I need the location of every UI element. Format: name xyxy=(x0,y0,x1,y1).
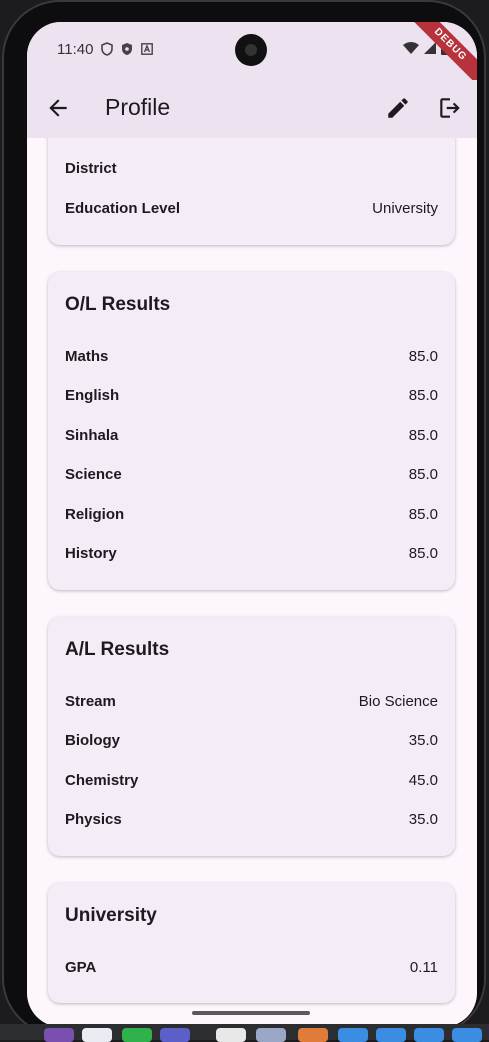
al-results-card: A/L Results Stream Bio Science Biology 3… xyxy=(48,617,455,856)
row-value: 0.11 xyxy=(410,959,438,976)
result-row: Sinhala 85.0 xyxy=(65,425,438,445)
wifi-icon xyxy=(403,42,419,55)
result-row: Physics 35.0 xyxy=(65,809,438,829)
row-label: English xyxy=(65,387,119,404)
front-camera xyxy=(235,34,267,66)
info-row: Education Level University xyxy=(65,198,438,218)
row-label: Maths xyxy=(65,348,108,365)
result-row: Biology 35.0 xyxy=(65,730,438,750)
row-label: Sinhala xyxy=(65,427,118,444)
row-label: Religion xyxy=(65,506,124,523)
row-label: Chemistry xyxy=(65,772,138,789)
row-label: Biology xyxy=(65,732,120,749)
page-title: Profile xyxy=(105,94,170,121)
status-bar: 11:40 DEBUG xyxy=(27,22,477,80)
app-bar: Profile xyxy=(27,80,477,138)
info-row: District xyxy=(65,158,438,178)
university-card: University GPA 0.11 xyxy=(48,883,455,1003)
home-indicator[interactable] xyxy=(192,1011,310,1015)
result-row: Maths 85.0 xyxy=(65,346,438,366)
result-row: Stream Bio Science xyxy=(65,691,438,711)
card-title: University xyxy=(65,905,157,927)
card-title: A/L Results xyxy=(65,639,169,661)
status-time: 11:40 xyxy=(57,41,93,58)
row-label: District xyxy=(65,160,117,177)
screen: 11:40 DEBUG Profile Di xyxy=(27,22,477,1027)
result-row: Religion 85.0 xyxy=(65,504,438,524)
row-value: 85.0 xyxy=(409,506,438,523)
row-value: 85.0 xyxy=(409,427,438,444)
desktop-taskbar xyxy=(0,1024,489,1040)
row-label: Science xyxy=(65,466,122,483)
result-row: Chemistry 45.0 xyxy=(65,770,438,790)
row-label: Stream xyxy=(65,693,116,710)
shield-icon xyxy=(101,42,113,56)
row-value: Bio Science xyxy=(359,693,438,710)
row-label: GPA xyxy=(65,959,96,976)
card-title: O/L Results xyxy=(65,294,170,316)
row-label: Education Level xyxy=(65,200,180,217)
logout-icon[interactable] xyxy=(437,95,463,121)
result-row: History 85.0 xyxy=(65,543,438,563)
profile-content[interactable]: District Education Level University O/L … xyxy=(27,138,477,1027)
row-value: 45.0 xyxy=(409,772,438,789)
row-value: 85.0 xyxy=(409,387,438,404)
pencil-icon[interactable] xyxy=(385,95,411,121)
ol-results-card: O/L Results Maths 85.0 English 85.0 Sinh… xyxy=(48,272,455,590)
row-label: Physics xyxy=(65,811,122,828)
row-value: 85.0 xyxy=(409,545,438,562)
shield-filled-icon xyxy=(121,42,133,56)
row-value: 85.0 xyxy=(409,466,438,483)
row-value: 35.0 xyxy=(409,732,438,749)
result-row: Science 85.0 xyxy=(65,464,438,484)
row-value: University xyxy=(372,200,438,217)
personal-details-card: District Education Level University xyxy=(48,138,455,245)
result-row: English 85.0 xyxy=(65,385,438,405)
row-value: 85.0 xyxy=(409,348,438,365)
status-left-icons xyxy=(101,42,153,56)
arrow-left-icon[interactable] xyxy=(45,95,71,121)
row-label: History xyxy=(65,545,117,562)
phone-frame: 11:40 DEBUG Profile Di xyxy=(2,0,486,1036)
result-row: GPA 0.11 xyxy=(65,957,438,977)
row-value: 35.0 xyxy=(409,811,438,828)
a-icon xyxy=(141,42,153,56)
